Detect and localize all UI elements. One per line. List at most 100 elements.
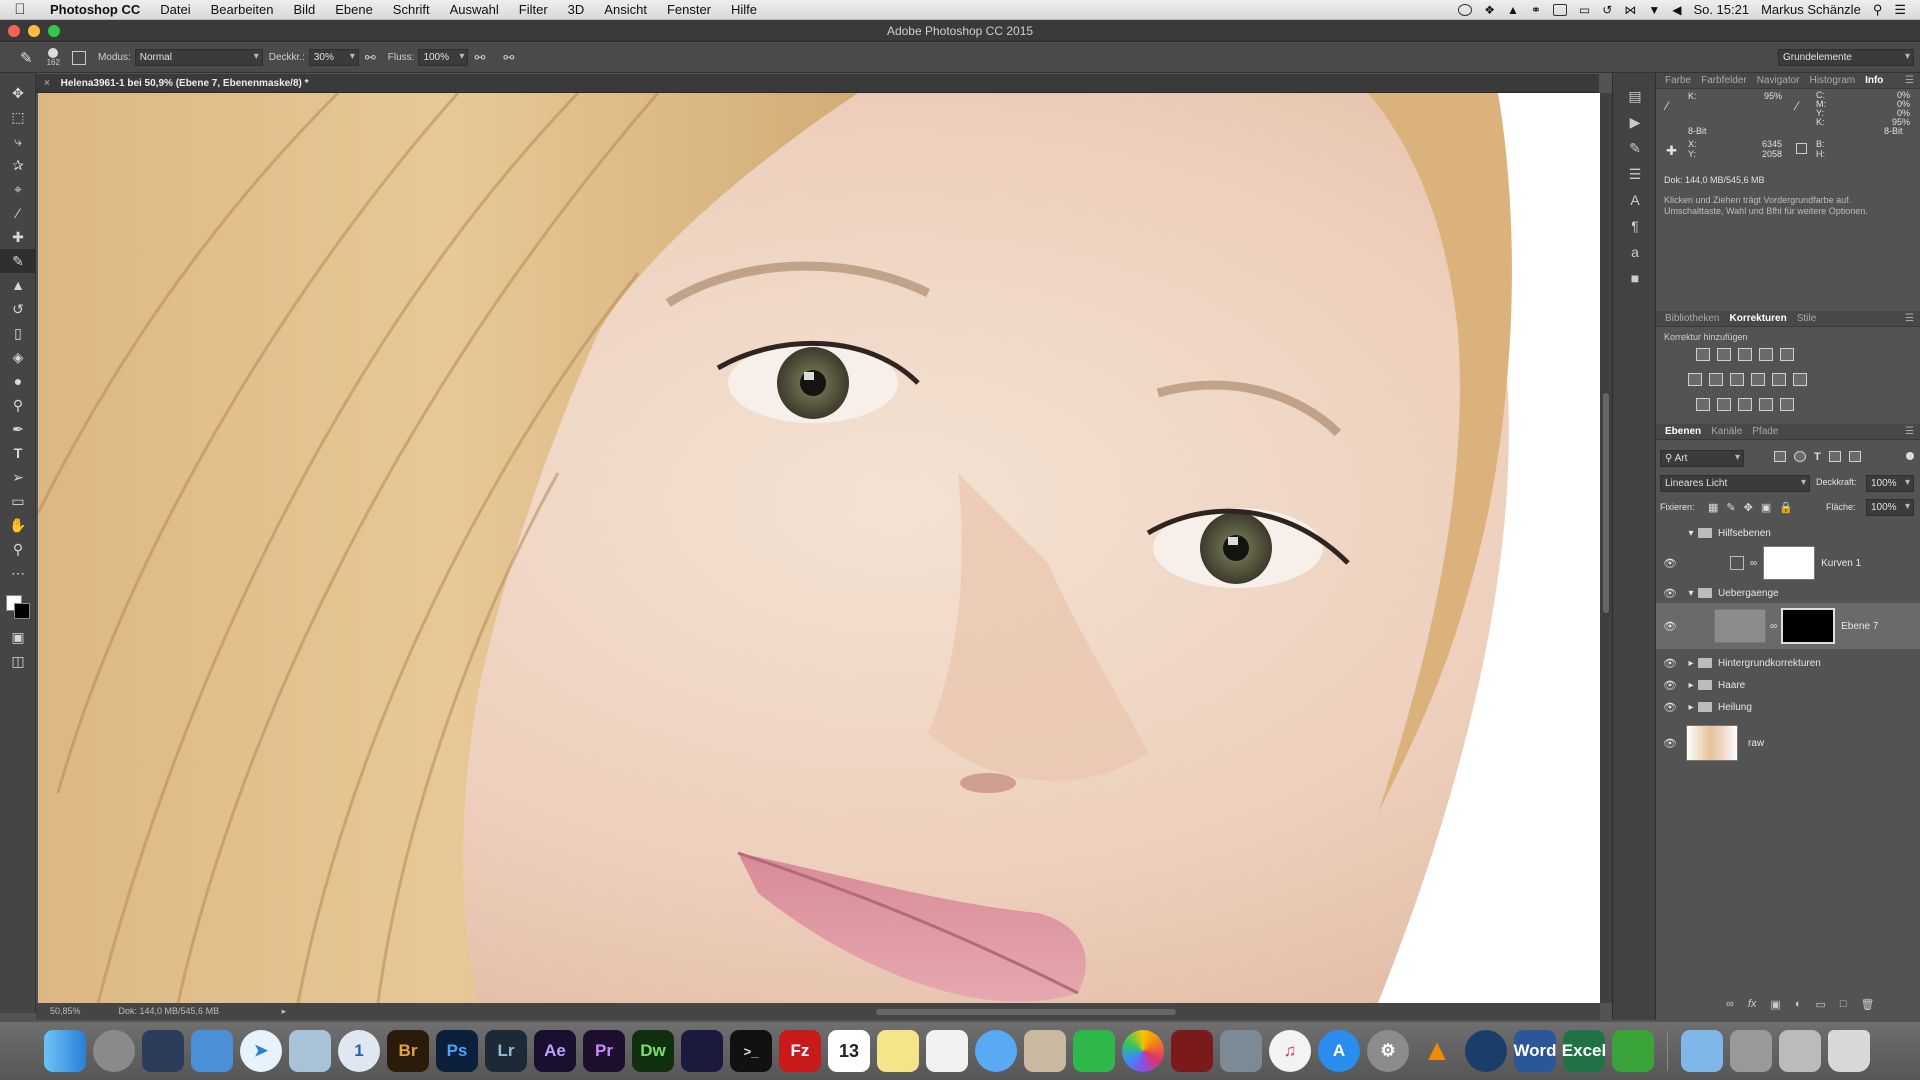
safari-icon[interactable]: ➤ [240, 1030, 282, 1072]
brightness-contrast-icon[interactable] [1696, 348, 1710, 361]
tab-navigator[interactable]: Navigator [1752, 75, 1805, 86]
menu-fenster[interactable]: Fenster [657, 2, 721, 17]
photo-booth-icon[interactable] [1171, 1030, 1213, 1072]
trash-icon[interactable] [1828, 1030, 1870, 1072]
history-brush-tool-icon[interactable]: ↺ [0, 297, 36, 321]
selective-color-icon[interactable] [1759, 398, 1773, 411]
folder-app-icon[interactable] [191, 1030, 233, 1072]
character-panel-icon[interactable]: A [1613, 187, 1657, 213]
image-capture-icon[interactable] [1220, 1030, 1262, 1072]
drive-icon[interactable]: ▲ [1507, 3, 1519, 17]
dodge-tool-icon[interactable]: ⚲ [0, 393, 36, 417]
bridge-icon[interactable]: Br [387, 1030, 429, 1072]
link-icon[interactable]: ∞ [1770, 621, 1777, 632]
window-zoom-button[interactable] [48, 25, 60, 37]
clone-stamp-tool-icon[interactable]: ▲ [0, 273, 36, 297]
layer-opacity-input[interactable]: 100% [1866, 475, 1914, 492]
terminal-icon[interactable]: >_ [730, 1030, 772, 1072]
tab-bibliotheken[interactable]: Bibliotheken [1660, 313, 1724, 324]
tab-farbfelder[interactable]: Farbfelder [1696, 75, 1752, 86]
quicktime-icon[interactable] [1465, 1030, 1507, 1072]
tab-kanaele[interactable]: Kanäle [1706, 426, 1747, 437]
lock-artboard-icon[interactable]: ▣ [1761, 501, 1771, 514]
notification-center-icon[interactable]: ☰ [1894, 2, 1906, 18]
photoshop-icon[interactable]: Ps [436, 1030, 478, 1072]
launchpad-icon[interactable] [93, 1030, 135, 1072]
zoom-tool-icon[interactable]: ⚲ [0, 537, 36, 561]
after-effects-icon[interactable]: Ae [534, 1030, 576, 1072]
menu-app[interactable]: Photoshop CC [40, 2, 150, 17]
lock-pixels-icon[interactable]: ✎ [1726, 501, 1735, 514]
path-selection-tool-icon[interactable]: ➢ [0, 465, 36, 489]
quick-selection-tool-icon[interactable]: ✰ [0, 153, 36, 177]
finder-icon[interactable] [44, 1030, 86, 1072]
background-color-swatch[interactable] [14, 603, 30, 619]
airplay-icon[interactable]: ▭ [1579, 3, 1590, 17]
layer-row-uebergaenge[interactable]: 👁 ▾ Uebergaenge [1656, 583, 1920, 603]
layer-row-haare[interactable]: 👁 ▸ Haare [1656, 675, 1920, 695]
lock-all-icon[interactable]: 🔒 [1779, 501, 1793, 514]
apple-menu-icon[interactable]:  [0, 1, 40, 18]
premiere-icon[interactable]: Pr [583, 1030, 625, 1072]
app-store-icon[interactable]: A [1318, 1030, 1360, 1072]
marquee-tool-icon[interactable]: ⬚ [0, 105, 36, 129]
brush-tool-icon-active[interactable]: ✎ [0, 249, 36, 273]
actions-panel-icon[interactable]: ▶ [1613, 109, 1657, 135]
eye-icon[interactable]: 👁 [1656, 679, 1684, 692]
documents-stack-icon[interactable] [1779, 1030, 1821, 1072]
scrollbar-thumb[interactable] [1603, 393, 1609, 613]
eye-icon[interactable]: 👁 [1656, 657, 1684, 670]
brush-preset-dropdown[interactable]: 162 [47, 48, 60, 67]
filter-type-icon[interactable]: T [1814, 451, 1821, 463]
modus-select[interactable]: Normal [134, 49, 263, 66]
eye-icon[interactable]: 👁 [1656, 587, 1684, 600]
exposure-icon[interactable] [1759, 348, 1773, 361]
pressure-size-icon[interactable]: ⚯ [503, 50, 514, 66]
menu-schrift[interactable]: Schrift [383, 2, 440, 17]
paragraph-panel-icon[interactable]: ¶ [1613, 213, 1657, 239]
downloads-folder-icon[interactable] [1681, 1030, 1723, 1072]
properties-panel-icon[interactable]: ☰ [1613, 161, 1657, 187]
wifi-icon[interactable]: ▼ [1648, 3, 1660, 17]
filter-shape-icon[interactable] [1828, 451, 1841, 462]
layer-filter-toggle-icon[interactable] [1906, 452, 1914, 460]
reminders-icon[interactable] [926, 1030, 968, 1072]
tab-ebenen[interactable]: Ebenen [1660, 426, 1706, 437]
vlc-icon[interactable]: ▲ [1416, 1030, 1458, 1072]
layer-row-heilung[interactable]: 👁 ▸ Heilung [1656, 697, 1920, 717]
notes-icon[interactable] [877, 1030, 919, 1072]
eraser-tool-icon[interactable]: ▯ [0, 321, 36, 345]
itunes-icon[interactable]: ♫ [1269, 1030, 1311, 1072]
brushes-stack-icon[interactable] [1730, 1030, 1772, 1072]
menubar-user[interactable]: Markus Schänzle [1761, 2, 1861, 17]
gradient-map-icon[interactable] [1780, 398, 1794, 411]
blur-tool-icon[interactable]: ● [0, 369, 36, 393]
blend-mode-select[interactable]: Lineares Licht [1660, 475, 1810, 492]
collapse-arrow-icon[interactable]: ▸ [1684, 680, 1698, 691]
lightroom-icon[interactable]: Lr [485, 1030, 527, 1072]
canvas-vertical-scrollbar[interactable] [1600, 93, 1612, 1003]
brush-panel-toggle-icon[interactable] [71, 50, 86, 65]
menu-3d[interactable]: 3D [558, 2, 595, 17]
posterize-icon[interactable] [1717, 398, 1731, 411]
menu-filter[interactable]: Filter [509, 2, 558, 17]
battery-icon[interactable] [1552, 3, 1567, 16]
clone-source-panel-icon[interactable]: ■ [1613, 265, 1657, 291]
creative-cloud-icon[interactable]: ⚭ [1531, 3, 1541, 17]
collapse-arrow-icon[interactable]: ▸ [1684, 658, 1698, 669]
window-close-button[interactable] [8, 25, 20, 37]
layer-mask-thumbnail-black[interactable] [1781, 608, 1836, 644]
tab-stile[interactable]: Stile [1792, 313, 1821, 324]
brush-panel-icon[interactable]: ✎ [1613, 135, 1657, 161]
tab-pfade[interactable]: Pfade [1747, 426, 1783, 437]
menu-datei[interactable]: Datei [150, 2, 200, 17]
media-encoder-icon[interactable] [681, 1030, 723, 1072]
menu-bearbeiten[interactable]: Bearbeiten [201, 2, 284, 17]
levels-icon[interactable] [1717, 348, 1731, 361]
onepassword-icon[interactable]: 1 [338, 1030, 380, 1072]
rectangle-tool-icon[interactable]: ▭ [0, 489, 36, 513]
type-tool-icon[interactable]: T [0, 441, 36, 465]
vibrance-icon[interactable] [1688, 373, 1702, 386]
new-group-icon[interactable]: ▭ [1815, 998, 1825, 1011]
canvas-horizontal-scrollbar[interactable] [876, 1009, 1176, 1015]
